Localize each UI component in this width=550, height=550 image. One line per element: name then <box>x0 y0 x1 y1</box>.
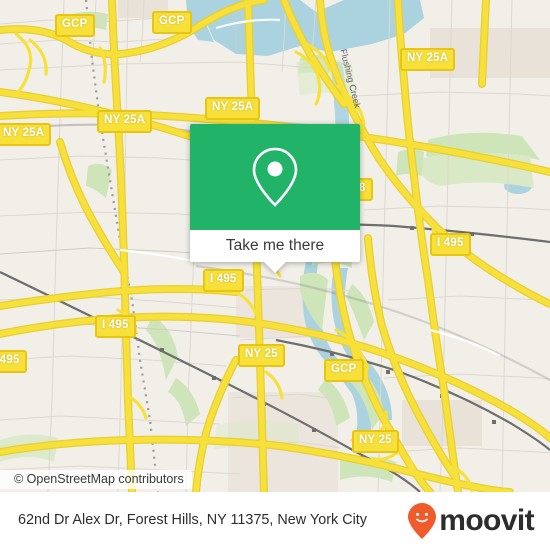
road-shield-gcp-1[interactable]: GCP <box>55 14 95 37</box>
road-shield-ny25a-1[interactable]: NY 25A <box>400 48 456 71</box>
road-shield-ny25a-3[interactable]: NY 25A <box>97 110 153 133</box>
road-shield-ny25a-4[interactable]: NY 25A <box>0 123 52 146</box>
moovit-brand[interactable]: moovit <box>407 502 550 540</box>
osm-attribution[interactable]: © OpenStreetMap contributors <box>0 470 192 489</box>
road-shield-i495-2[interactable]: I 495 <box>203 269 244 292</box>
destination-callout-card[interactable]: Take me there <box>190 124 360 273</box>
take-me-there-label: Take me there <box>225 237 325 254</box>
road-shield-i495-1[interactable]: I 495 <box>430 233 471 256</box>
callout-card-header <box>190 124 360 230</box>
moovit-smiling-pin-icon <box>408 503 437 539</box>
road-shield-gcp-3[interactable]: GCP <box>324 359 364 382</box>
road-shield-ny25a-2[interactable]: NY 25A <box>205 97 261 120</box>
location-pin-icon <box>252 147 298 207</box>
moovit-wordmark: moovit <box>439 504 534 537</box>
address-label: 62nd Dr Alex Dr, Forest Hills, NY 11375,… <box>18 512 367 529</box>
callout-card-tail <box>264 262 286 273</box>
map-canvas[interactable]: .w{fill:#aad3df} .pk{fill:#cde5b8} .pk2{… <box>0 0 550 492</box>
take-me-there-button[interactable]: Take me there <box>190 230 360 262</box>
road-shield-i495-4[interactable]: I 495 <box>0 350 27 373</box>
moovit-map-screen: .w{fill:#aad3df} .pk{fill:#cde5b8} .pk2{… <box>0 0 550 550</box>
bottom-info-bar: 62nd Dr Alex Dr, Forest Hills, NY 11375,… <box>0 492 550 550</box>
road-shield-ny25-1[interactable]: NY 25 <box>238 344 285 367</box>
road-shield-gcp-2[interactable]: GCP <box>152 11 192 34</box>
road-shield-i495-3[interactable]: I 495 <box>95 315 136 338</box>
road-shield-ny25-2[interactable]: NY 25 <box>352 430 399 453</box>
